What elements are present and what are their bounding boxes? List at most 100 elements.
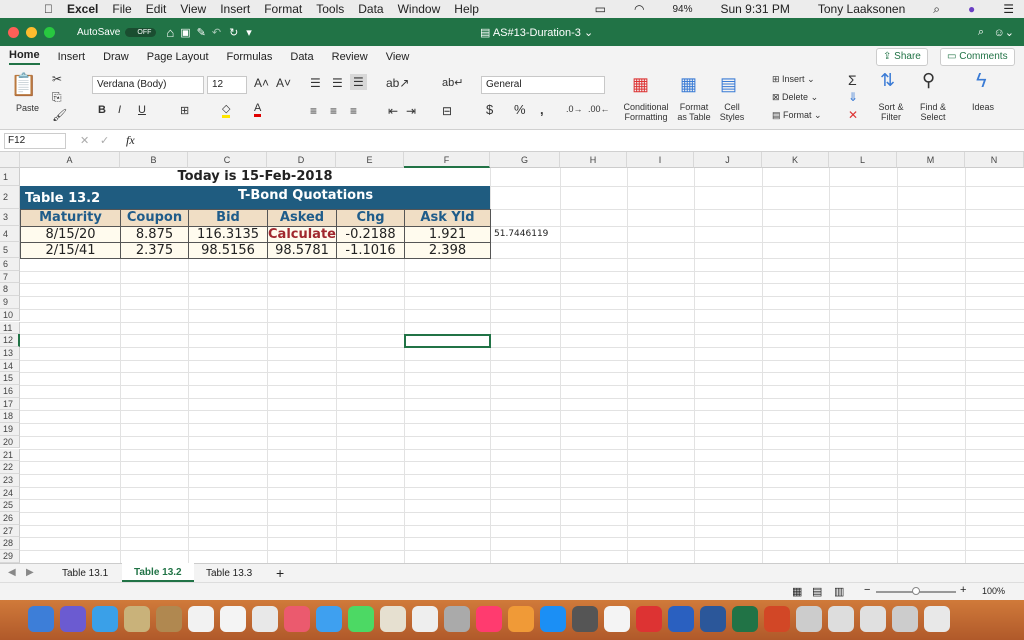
tab-view[interactable]: View bbox=[386, 51, 410, 63]
menu-view[interactable]: View bbox=[180, 2, 206, 16]
data-cell[interactable]: 98.5156 bbox=[188, 242, 268, 259]
column-label-chg[interactable]: Chg bbox=[336, 209, 405, 227]
tab-page-layout[interactable]: Page Layout bbox=[147, 51, 209, 63]
row-header-2[interactable]: 2 bbox=[0, 186, 20, 209]
cell-styles-button[interactable]: Cell Styles bbox=[716, 102, 748, 122]
tab-data[interactable]: Data bbox=[290, 51, 313, 63]
column-header-B[interactable]: B bbox=[120, 152, 188, 168]
menu-insert[interactable]: Insert bbox=[220, 2, 250, 16]
row-header-20[interactable]: 20 bbox=[0, 435, 20, 449]
add-sheet-button[interactable]: + bbox=[276, 565, 284, 581]
data-cell[interactable]: 98.5781 bbox=[267, 242, 337, 259]
row-header-1[interactable]: 1 bbox=[0, 168, 20, 186]
dock-app-icon[interactable] bbox=[700, 606, 726, 632]
increase-indent-icon[interactable]: ⇥ bbox=[406, 104, 416, 118]
page-break-view-icon[interactable]: ▥ bbox=[834, 585, 844, 598]
row-header-3[interactable]: 3 bbox=[0, 209, 20, 226]
column-header-L[interactable]: L bbox=[829, 152, 897, 168]
dock-app-icon[interactable] bbox=[476, 606, 502, 632]
column-header-M[interactable]: M bbox=[897, 152, 965, 168]
column-label-bid[interactable]: Bid bbox=[188, 209, 268, 227]
enter-icon[interactable]: ✓ bbox=[100, 134, 109, 147]
fill-color-icon[interactable]: ◇ bbox=[222, 102, 231, 118]
data-cell[interactable]: 2/15/41 bbox=[20, 242, 121, 259]
dock-app-icon[interactable] bbox=[348, 606, 374, 632]
paste-label[interactable]: Paste bbox=[16, 103, 39, 113]
dock-app-icon[interactable] bbox=[732, 606, 758, 632]
dock-app-icon[interactable] bbox=[668, 606, 694, 632]
column-header-F[interactable]: F bbox=[404, 152, 490, 168]
dock-app-icon[interactable] bbox=[412, 606, 438, 632]
formula-input[interactable] bbox=[146, 132, 1016, 150]
wifi-icon[interactable]: ◠ bbox=[634, 2, 644, 16]
notification-icon[interactable]: ☰ bbox=[1003, 2, 1014, 16]
airplay-icon[interactable]: ▭ bbox=[595, 2, 606, 16]
ideas-icon[interactable]: ϟ bbox=[976, 70, 987, 93]
siri-icon[interactable]: ● bbox=[968, 2, 975, 16]
cancel-icon[interactable]: ✕ bbox=[80, 134, 89, 147]
row-header-6[interactable]: 6 bbox=[0, 258, 20, 271]
row-header-29[interactable]: 29 bbox=[0, 550, 20, 563]
align-bottom-icon[interactable]: ☰ bbox=[350, 74, 367, 90]
column-header-G[interactable]: G bbox=[490, 152, 560, 168]
dock-app-icon[interactable] bbox=[508, 606, 534, 632]
customize-icon[interactable]: ▾ bbox=[246, 26, 252, 39]
zoom-slider-handle[interactable] bbox=[912, 587, 920, 595]
dock-app-icon[interactable] bbox=[828, 606, 854, 632]
sort-filter-button[interactable]: Sort & Filter bbox=[876, 102, 906, 122]
column-header-N[interactable]: N bbox=[965, 152, 1024, 168]
row-header-11[interactable]: 11 bbox=[0, 321, 20, 335]
find-icon[interactable]: ⚲ bbox=[922, 70, 935, 91]
dock-app-icon[interactable] bbox=[252, 606, 278, 632]
dock-app-icon[interactable] bbox=[284, 606, 310, 632]
format-painter-icon[interactable]: 🖌 bbox=[52, 108, 67, 122]
menu-app[interactable]: Excel bbox=[67, 2, 98, 16]
tab-review[interactable]: Review bbox=[332, 51, 368, 63]
decrease-font-icon[interactable]: A˅ bbox=[276, 76, 291, 90]
column-header-J[interactable]: J bbox=[694, 152, 762, 168]
align-middle-icon[interactable]: ☰ bbox=[332, 76, 343, 90]
dock-app-icon[interactable] bbox=[28, 606, 54, 632]
increase-decimal-icon[interactable]: .0→ bbox=[566, 104, 583, 114]
align-top-icon[interactable]: ☰ bbox=[310, 76, 321, 90]
row-header-13[interactable]: 13 bbox=[0, 346, 20, 360]
row-header-8[interactable]: 8 bbox=[0, 283, 20, 297]
tab-home[interactable]: Home bbox=[9, 49, 40, 65]
dock-app-icon[interactable] bbox=[124, 606, 150, 632]
decrease-decimal-icon[interactable]: .00← bbox=[588, 104, 610, 114]
fx-button[interactable]: fx bbox=[126, 133, 135, 148]
document-title[interactable]: ▤ AS#13-Duration-3 ⌄ bbox=[480, 26, 593, 39]
tab-draw[interactable]: Draw bbox=[103, 51, 129, 63]
column-header-H[interactable]: H bbox=[560, 152, 627, 168]
row-header-28[interactable]: 28 bbox=[0, 537, 20, 551]
column-label-maturity[interactable]: Maturity bbox=[20, 209, 121, 227]
dock-app-icon[interactable] bbox=[860, 606, 886, 632]
format-cells-button[interactable]: ▤ Format ⌄ bbox=[772, 110, 822, 121]
delete-cells-button[interactable]: ⊠ Delete ⌄ bbox=[772, 92, 818, 103]
column-header-I[interactable]: I bbox=[627, 152, 694, 168]
dock-app-icon[interactable] bbox=[380, 606, 406, 632]
cut-icon[interactable]: ✂ bbox=[52, 72, 62, 86]
column-header-E[interactable]: E bbox=[336, 152, 404, 168]
row-header-23[interactable]: 23 bbox=[0, 473, 20, 487]
row-header-5[interactable]: 5 bbox=[0, 242, 20, 258]
row-header-16[interactable]: 16 bbox=[0, 385, 20, 398]
zoom-button[interactable] bbox=[44, 26, 55, 38]
edit-icon[interactable]: ✎ bbox=[197, 26, 206, 39]
menu-window[interactable]: Window bbox=[398, 2, 441, 16]
cell-g4[interactable]: 51.7446119 bbox=[494, 226, 564, 242]
data-cell[interactable]: 8/15/20 bbox=[20, 226, 121, 243]
data-cell[interactable]: 2.398 bbox=[404, 242, 491, 259]
row-header-10[interactable]: 10 bbox=[0, 308, 20, 322]
increase-font-icon[interactable]: A˄ bbox=[254, 76, 269, 90]
menu-format[interactable]: Format bbox=[264, 2, 302, 16]
column-label-asked[interactable]: Asked bbox=[267, 209, 337, 227]
bold-button[interactable]: B bbox=[98, 104, 106, 116]
percent-button[interactable]: % bbox=[514, 102, 526, 117]
dock-app-icon[interactable] bbox=[156, 606, 182, 632]
close-button[interactable] bbox=[8, 26, 19, 38]
column-header-D[interactable]: D bbox=[267, 152, 336, 168]
minimize-button[interactable] bbox=[26, 26, 37, 38]
calculate-cell[interactable]: Calculate bbox=[267, 226, 337, 243]
redo-icon[interactable]: ↻ bbox=[229, 26, 238, 39]
